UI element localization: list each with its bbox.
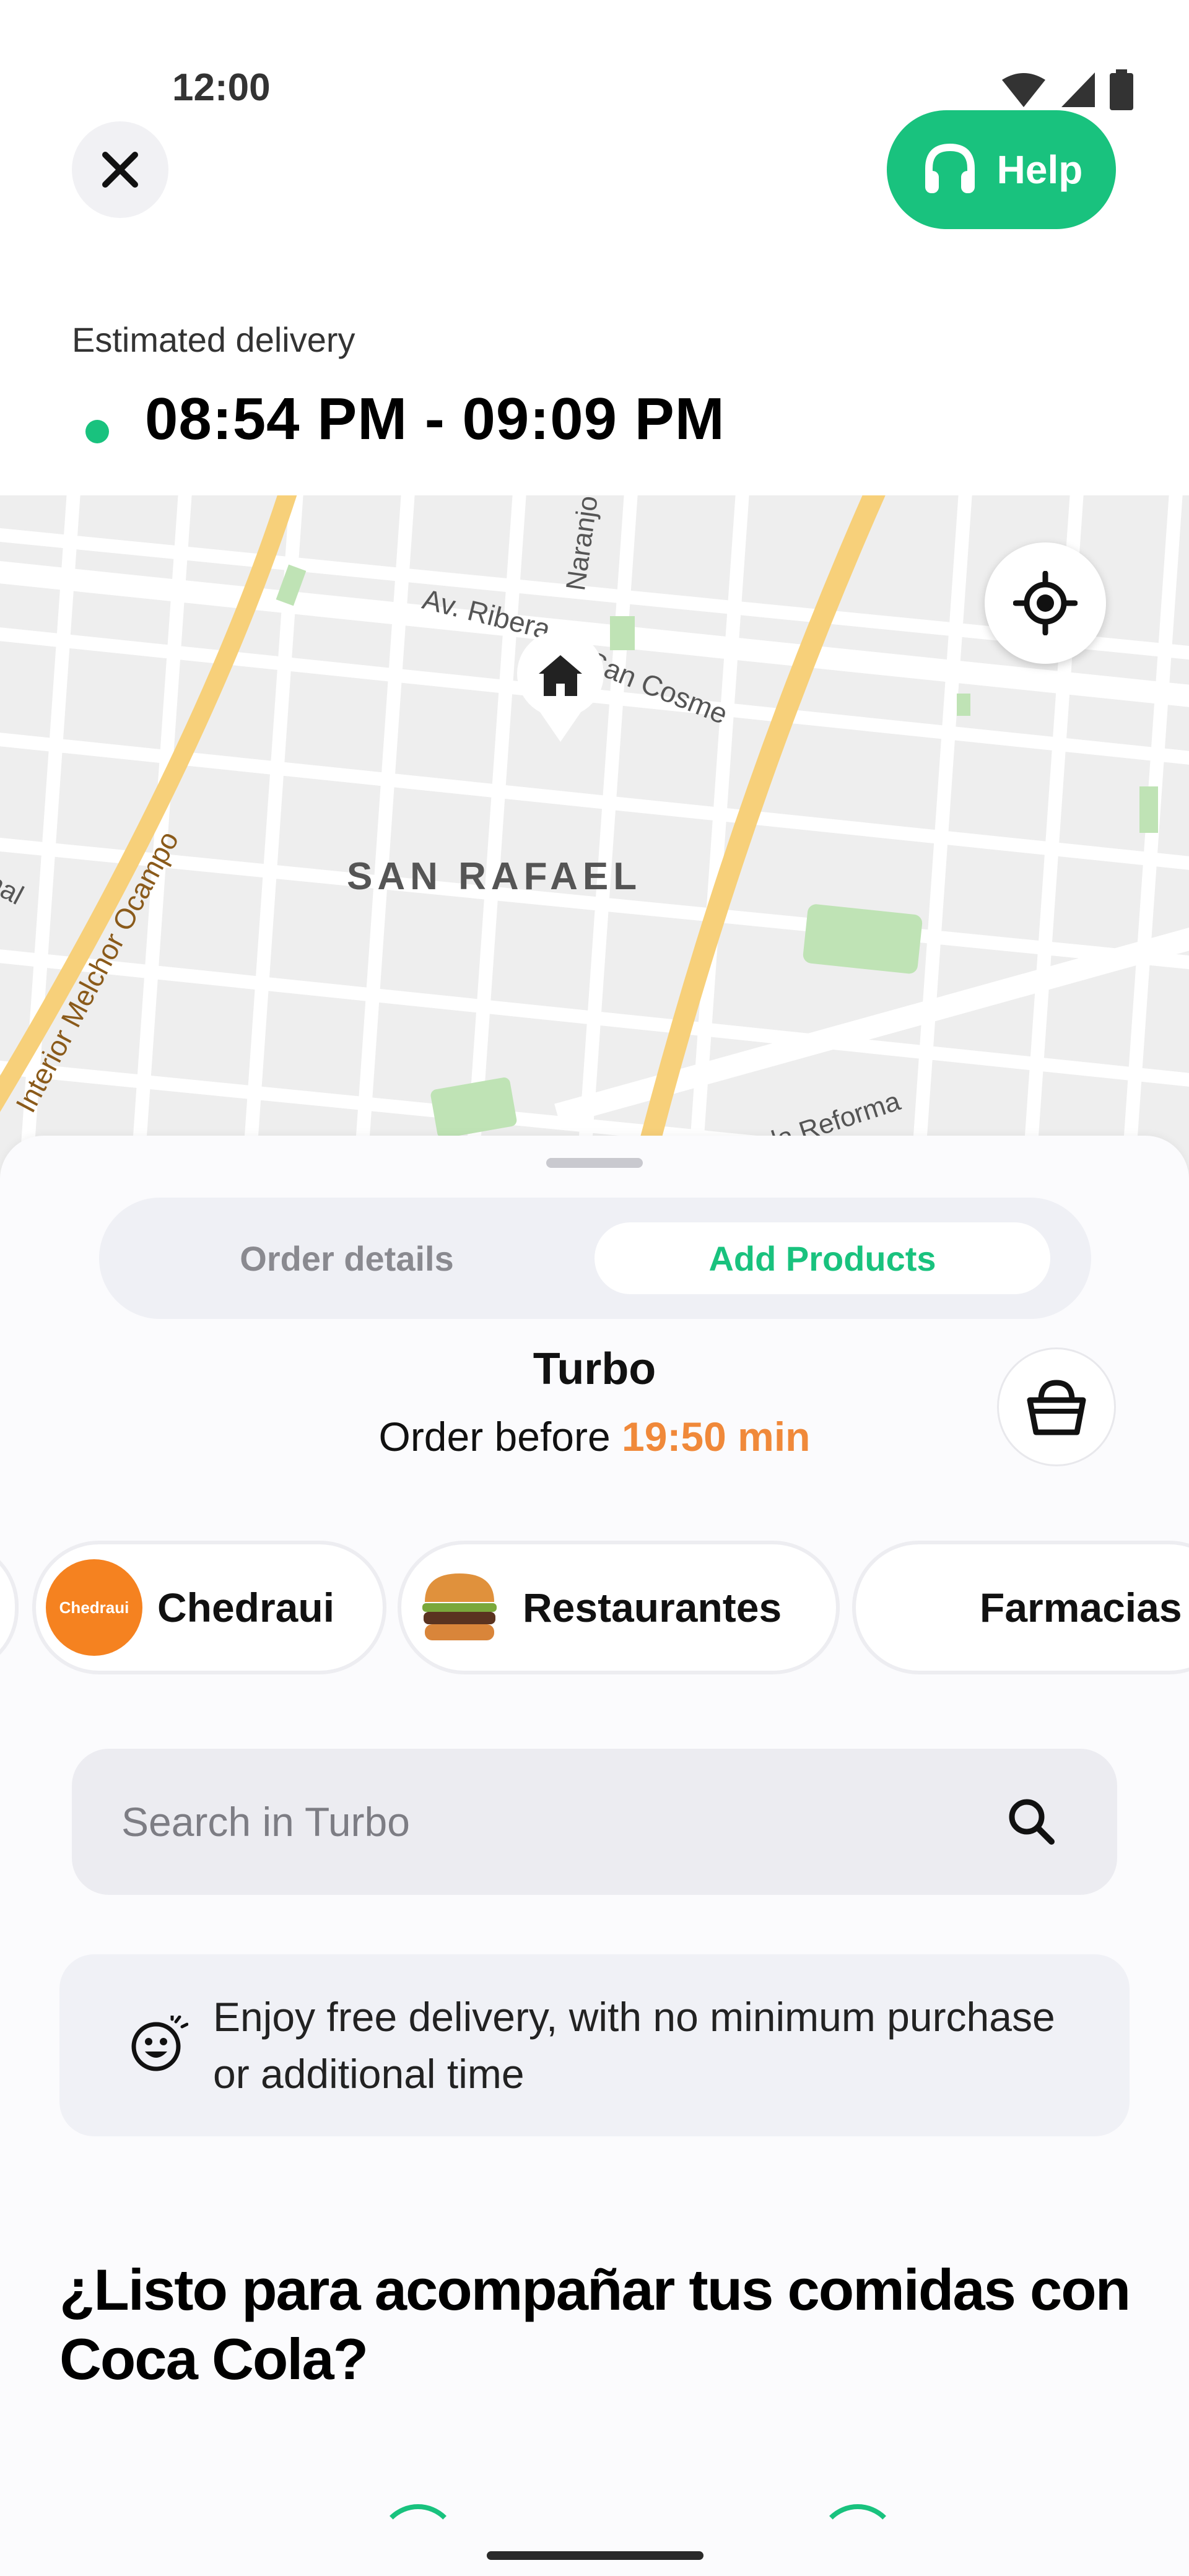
search-input[interactable]: Search in Turbo bbox=[72, 1749, 1117, 1895]
search-placeholder: Search in Turbo bbox=[121, 1799, 410, 1845]
estimated-delivery-label: Estimated delivery bbox=[72, 320, 355, 359]
headset-icon bbox=[925, 143, 975, 193]
category-label: Farmacias bbox=[980, 1585, 1182, 1630]
signal-icon bbox=[1061, 72, 1095, 107]
basket-icon bbox=[1027, 1380, 1086, 1435]
category-label: Chedraui bbox=[157, 1585, 335, 1630]
home-pin[interactable] bbox=[515, 630, 606, 744]
help-button[interactable]: Help bbox=[887, 110, 1116, 229]
category-chip-chedraui[interactable]: Chedraui Chedraui bbox=[32, 1541, 386, 1674]
status-icons bbox=[1001, 69, 1133, 110]
order-deadline-prefix: Order before bbox=[378, 1414, 622, 1460]
order-deadline-timer: 19:50 min bbox=[622, 1414, 811, 1460]
battery-icon bbox=[1110, 69, 1133, 110]
burger-icon bbox=[411, 1559, 508, 1656]
sheet-drag-handle[interactable] bbox=[546, 1158, 643, 1168]
smiley-icon bbox=[131, 2016, 188, 2071]
wifi-icon bbox=[1002, 73, 1045, 107]
chedraui-logo: Chedraui bbox=[46, 1559, 142, 1656]
delivery-window: 08:54 PM - 09:09 PM bbox=[145, 386, 725, 452]
recenter-location-button[interactable] bbox=[985, 542, 1106, 664]
category-chip-farmacias[interactable]: Farmacias bbox=[852, 1541, 1189, 1674]
basket-button[interactable] bbox=[997, 1347, 1116, 1466]
close-button[interactable] bbox=[72, 121, 168, 218]
help-label: Help bbox=[996, 147, 1083, 192]
close-icon bbox=[102, 152, 138, 188]
loading-spinner bbox=[378, 2504, 458, 2576]
free-delivery-banner: Enjoy free delivery, with no minimum pur… bbox=[59, 1954, 1130, 2136]
order-tabs: Order details Add Products bbox=[99, 1198, 1091, 1319]
free-delivery-text: Enjoy free delivery, with no minimum pur… bbox=[213, 1994, 1055, 2097]
loading-spinner bbox=[817, 2504, 898, 2576]
tab-add-products[interactable]: Add Products bbox=[594, 1222, 1050, 1294]
gesture-nav-bar[interactable] bbox=[487, 2551, 703, 2560]
header-area: 12:00 Help Estimated delivery 08:54 PM -… bbox=[0, 0, 1189, 495]
bottom-sheet: Order details Add Products Turbo Order b… bbox=[0, 1136, 1189, 2576]
status-time: 12:00 bbox=[172, 66, 271, 109]
tab-order-details[interactable]: Order details bbox=[124, 1222, 570, 1294]
category-chip-previous[interactable] bbox=[0, 1541, 19, 1674]
screen: 12:00 Help Estimated delivery 08:54 PM -… bbox=[0, 0, 1189, 2576]
search-icon[interactable] bbox=[1004, 1795, 1058, 1848]
crosshair-icon bbox=[1013, 571, 1078, 635]
category-chip-restaurantes[interactable]: Restaurantes bbox=[398, 1541, 840, 1674]
category-label: Restaurantes bbox=[523, 1585, 782, 1630]
status-dot bbox=[85, 420, 109, 443]
home-icon bbox=[517, 630, 604, 742]
category-chips: Chedraui Chedraui Restaurantes Farmacias bbox=[0, 1541, 1189, 1677]
section-headline: ¿Listo para acompañar tus comidas con Co… bbox=[59, 2257, 1131, 2391]
map-label-neighborhood: SAN RAFAEL bbox=[347, 855, 642, 898]
